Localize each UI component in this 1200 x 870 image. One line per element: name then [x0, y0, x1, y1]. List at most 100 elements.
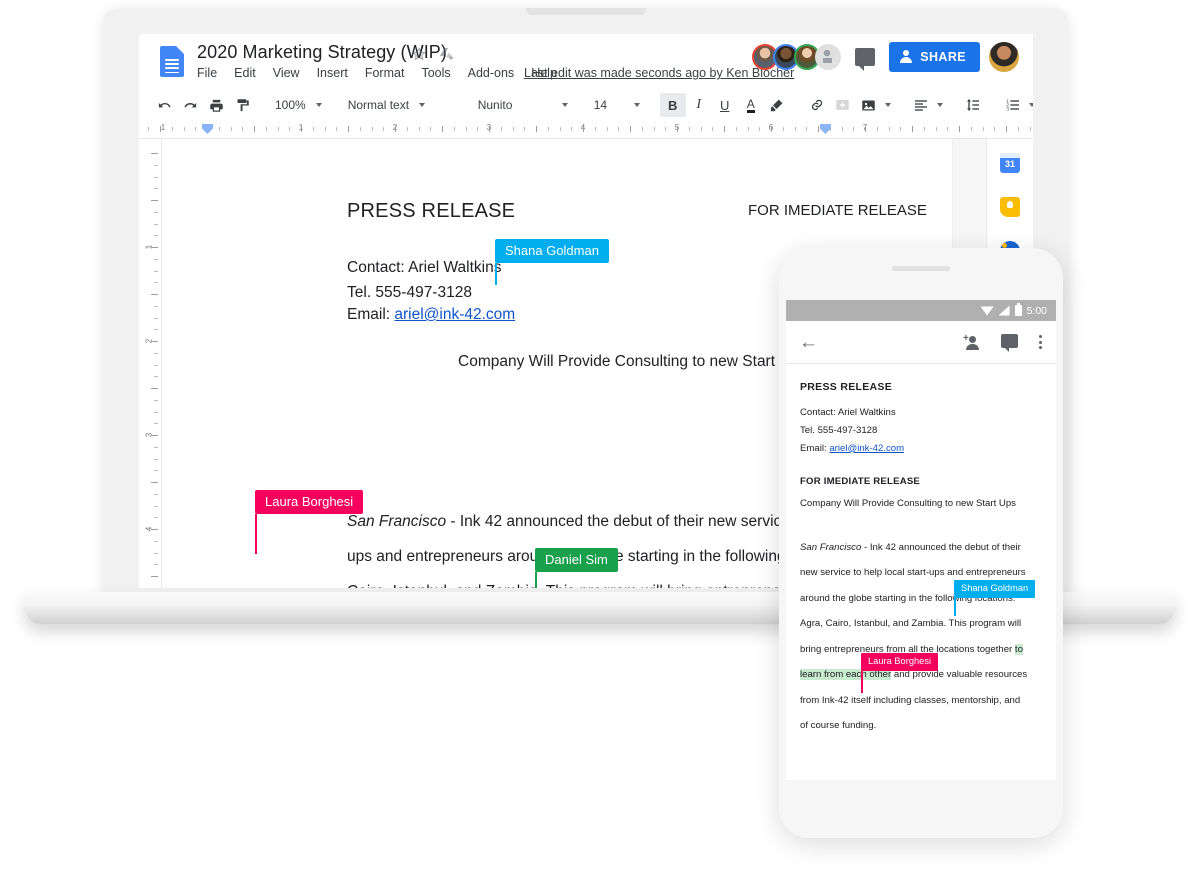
page-title[interactable]: 2020 Marketing Strategy (WIP) — [197, 42, 447, 63]
ruler-tick — [154, 270, 158, 272]
indent-marker-icon[interactable] — [202, 124, 213, 134]
ruler-tick — [154, 211, 158, 213]
numbered-list-chevron-icon[interactable] — [1026, 93, 1033, 117]
image-options-chevron-icon[interactable] — [882, 93, 894, 117]
ruler-tick — [154, 352, 158, 354]
menu-item-insert[interactable]: Insert — [317, 66, 348, 80]
paint-format-icon[interactable] — [229, 93, 255, 117]
ruler-tick — [500, 127, 502, 131]
doc-email-link[interactable]: ariel@ink-42.com — [394, 306, 515, 323]
ruler-tick — [994, 127, 996, 131]
ruler-tick — [301, 126, 302, 132]
vertical-ruler[interactable]: 12345 — [139, 139, 162, 588]
back-arrow-icon[interactable]: ← — [799, 333, 818, 352]
ruler-tick — [154, 258, 158, 260]
ruler-tick — [641, 127, 643, 131]
google-keep-icon[interactable] — [1000, 197, 1020, 217]
ruler-tick — [154, 446, 158, 448]
redo-icon[interactable] — [177, 93, 203, 117]
highlight-pen-icon[interactable] — [764, 93, 790, 117]
ruler-tick — [489, 126, 490, 132]
doc-contact-line: Contact: Ariel Waltkins — [347, 259, 502, 276]
line-spacing-icon[interactable] — [960, 93, 986, 117]
ruler-tick — [677, 126, 678, 132]
menu-item-edit[interactable]: Edit — [234, 66, 256, 80]
ruler-tick — [1017, 127, 1019, 131]
ruler-tick — [348, 126, 349, 132]
italic-button[interactable]: I — [686, 93, 712, 117]
ruler-tick — [324, 127, 326, 131]
ruler-tick — [154, 317, 158, 319]
phone-doc-release-note: FOR IMEDIATE RELEASE — [800, 475, 921, 487]
phone-collaborator-flag-shana[interactable]: Shana Goldman — [954, 580, 1036, 617]
phone-document[interactable]: PRESS RELEASE Contact: Ariel Waltkins Te… — [786, 364, 1056, 780]
ruler-tick — [151, 341, 158, 342]
print-icon[interactable] — [203, 93, 229, 117]
ruler-tick — [154, 305, 158, 307]
ruler-tick — [154, 411, 158, 413]
collaborator-flag-daniel[interactable]: Daniel Sim — [535, 548, 618, 588]
ruler-tick — [336, 127, 338, 131]
share-button[interactable]: SHARE — [889, 42, 980, 72]
insert-link-icon[interactable] — [804, 93, 830, 117]
horizontal-ruler[interactable]: 11234567 — [139, 122, 1033, 139]
person-add-icon[interactable]: + — [963, 333, 983, 351]
ruler-tick — [806, 127, 808, 131]
paragraph-style-select[interactable]: Normal text — [342, 93, 458, 117]
add-comment-icon[interactable] — [830, 93, 856, 117]
underline-button[interactable]: U — [712, 93, 738, 117]
ruler-tick — [383, 127, 385, 131]
ruler-tick — [265, 127, 267, 131]
collaborator-flag-shana[interactable]: Shana Goldman — [495, 239, 609, 285]
comment-icon[interactable] — [855, 48, 876, 71]
menu-item-addons[interactable]: Add-ons — [468, 66, 515, 80]
ruler-tick — [970, 127, 972, 131]
phone-body-seg1: - Ink 42 announced the debut of their ne… — [800, 541, 1026, 655]
phone-doc-email-link[interactable]: ariel@ink-42.com — [829, 443, 904, 454]
undo-icon[interactable] — [151, 93, 177, 117]
phone-status-bar: 5:00 — [786, 300, 1056, 321]
align-left-icon[interactable] — [908, 93, 934, 117]
ruler-tick — [151, 294, 158, 295]
zoom-select[interactable]: 100% — [269, 93, 328, 117]
header-right-group: SHARE — [752, 42, 1019, 72]
ruler-tick — [700, 127, 702, 131]
phone-screen: 5:00 ← + PRESS RELEASE Contact: Ariel Wa… — [786, 300, 1056, 780]
ruler-tick — [959, 126, 960, 132]
star-icon[interactable] — [411, 46, 427, 62]
doc-heading: PRESS RELEASE — [347, 200, 516, 222]
bold-button[interactable]: B — [659, 93, 686, 117]
menu-item-tools[interactable]: Tools — [421, 66, 450, 80]
ruler-tick — [151, 388, 158, 389]
ruler-tick — [759, 127, 761, 131]
ruler-tick — [154, 188, 158, 190]
text-color-button[interactable]: A — [738, 93, 764, 117]
align-options-chevron-icon[interactable] — [934, 93, 946, 117]
overflow-menu-icon[interactable] — [1037, 335, 1043, 349]
move-to-drive-icon[interactable] — [438, 46, 454, 62]
comment-icon[interactable] — [1000, 333, 1020, 352]
ruler-tick — [154, 164, 158, 166]
ruler-tick — [818, 126, 819, 132]
doc-subheading: Company Will Provide Consulting to new S… — [458, 353, 807, 371]
collaborator-flag-laura[interactable]: Laura Borghesi — [255, 490, 364, 554]
ruler-tick — [876, 127, 878, 131]
menu-item-format[interactable]: Format — [365, 66, 405, 80]
ruler-tick — [312, 127, 314, 131]
right-indent-marker-icon[interactable] — [819, 124, 831, 134]
ruler-tick — [547, 127, 549, 131]
menu-item-file[interactable]: File — [197, 66, 217, 80]
ruler-tick — [151, 576, 158, 577]
add-collaborator-icon[interactable] — [815, 44, 842, 70]
font-size-select[interactable]: 14 — [588, 93, 646, 117]
ruler-tick — [195, 127, 197, 131]
ruler-tick — [618, 127, 620, 131]
numbered-list-icon[interactable]: 123 — [1000, 93, 1026, 117]
ruler-tick — [151, 529, 158, 530]
insert-image-icon[interactable] — [856, 93, 882, 117]
account-avatar[interactable] — [989, 42, 1019, 72]
font-select[interactable]: Nunito — [472, 93, 574, 117]
google-calendar-icon[interactable]: 31 — [1000, 153, 1020, 173]
menu-item-view[interactable]: View — [273, 66, 300, 80]
phone-collaborator-flag-laura[interactable]: Laura Borghesi — [861, 653, 939, 694]
